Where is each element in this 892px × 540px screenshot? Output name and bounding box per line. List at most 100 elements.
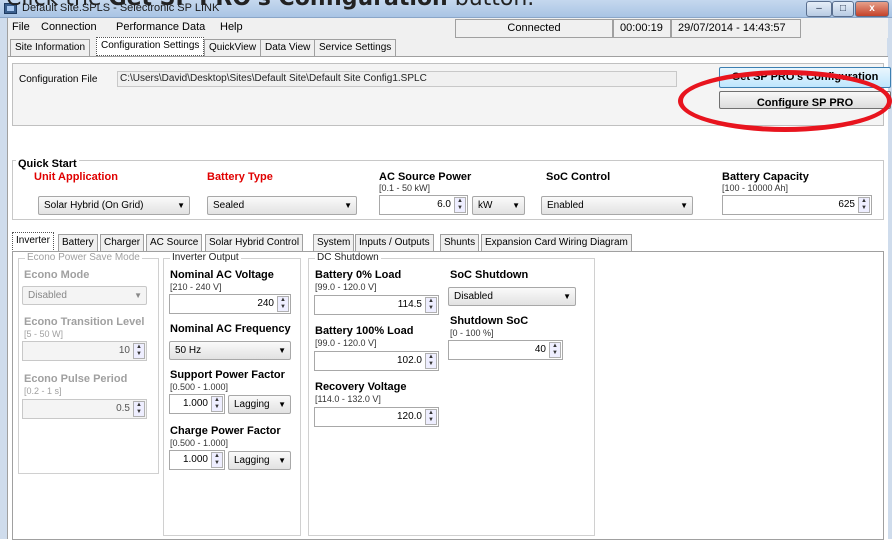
chevron-down-icon: ▼ (278, 456, 286, 465)
tab-shunts[interactable]: Shunts (440, 234, 480, 252)
battery-100-load-value: 102.0 (396, 355, 422, 366)
ac-source-power-unit-select[interactable]: kW ▼ (472, 196, 525, 215)
chevron-down-icon: ▼ (512, 201, 520, 210)
quick-start-panel: Quick Start Unit Application Solar Hybri… (12, 158, 884, 220)
charge-power-factor-spinner[interactable]: 1.000 ▲ ▼ (169, 450, 225, 470)
econo-mode-select: Disabled ▼ (22, 286, 147, 305)
recovery-voltage-value: 120.0 (396, 411, 422, 422)
date-time: 29/07/2014 - 14:43:57 (671, 19, 801, 38)
battery-type-value: Sealed (213, 200, 245, 211)
nominal-ac-frequency-label: Nominal AC Frequency (170, 323, 291, 335)
ac-source-power-spinner[interactable]: 6.0 ▲ ▼ (379, 195, 468, 215)
unit-application-label: Unit Application (34, 171, 118, 183)
support-power-factor-spinner[interactable]: 1.000 ▲ ▼ (169, 394, 225, 414)
soc-shutdown-select[interactable]: Disabled ▼ (448, 287, 576, 306)
tab-site-information[interactable]: Site Information (10, 39, 91, 56)
battery-capacity-label: Battery Capacity (722, 171, 809, 183)
nominal-ac-voltage-spinner[interactable]: 240 ▲ ▼ (169, 294, 291, 314)
chevron-down-icon: ▼ (563, 292, 571, 301)
battery-100-load-label: Battery 100% Load (315, 325, 414, 337)
spin-arrows-icon[interactable]: ▲ ▼ (211, 452, 223, 468)
econo-pulse-period-spinner: 0.5 ▲ ▼ (22, 399, 147, 419)
battery-0-load-range: [99.0 - 120.0 V] (315, 282, 377, 292)
charge-power-factor-mode: Lagging (234, 455, 270, 466)
instruction-caption: Click the Get SP PRO's Configuration but… (6, 0, 534, 11)
support-power-factor-mode-select[interactable]: Lagging ▼ (228, 395, 291, 414)
spin-arrows-icon[interactable]: ▲ ▼ (425, 297, 437, 313)
recovery-voltage-range: [114.0 - 132.0 V] (315, 394, 381, 404)
unit-application-select[interactable]: Solar Hybrid (On Grid) ▼ (38, 196, 190, 215)
support-power-factor-range: [0.500 - 1.000] (170, 382, 229, 392)
tab-inverter[interactable]: Inverter (12, 232, 54, 252)
battery-0-load-value: 114.5 (397, 299, 422, 310)
tab-solar-hybrid-control[interactable]: Solar Hybrid Control (205, 234, 304, 252)
shutdown-soc-spinner[interactable]: 40 ▲ ▼ (448, 340, 563, 360)
recovery-voltage-spinner[interactable]: 120.0 ▲ ▼ (314, 407, 439, 427)
tab-ac-source[interactable]: AC Source (146, 234, 203, 252)
menu-help[interactable]: Help (220, 21, 243, 33)
support-power-factor-label: Support Power Factor (170, 369, 285, 381)
tab-configuration-settings[interactable]: Configuration Settings (96, 37, 205, 56)
econo-pulse-period-value: 0.5 (116, 403, 130, 414)
connection-timer: 00:00:19 (613, 19, 671, 38)
nominal-ac-voltage-value: 240 (257, 298, 274, 309)
close-button[interactable]: x (855, 1, 889, 17)
spin-arrows-icon[interactable]: ▲ ▼ (454, 197, 466, 213)
tab-battery[interactable]: Battery (58, 234, 98, 252)
econo-group-title: Econo Power Save Mode (25, 252, 142, 263)
shutdown-soc-value: 40 (534, 344, 546, 355)
minimize-button[interactable]: – (806, 1, 832, 17)
tab-data-view[interactable]: Data View (260, 39, 316, 56)
spin-arrows-icon[interactable]: ▲ ▼ (425, 353, 437, 369)
soc-control-select[interactable]: Enabled ▼ (541, 196, 693, 215)
menu-performance-data[interactable]: Performance Data (116, 21, 205, 33)
support-power-factor-value: 1.000 (182, 398, 208, 409)
ac-source-power-range: [0.1 - 50 kW] (379, 183, 431, 193)
nominal-ac-frequency-select[interactable]: 50 Hz ▼ (169, 341, 291, 360)
tab-quickview[interactable]: QuickView (204, 39, 262, 56)
battery-100-load-spinner[interactable]: 102.0 ▲ ▼ (314, 351, 439, 371)
menu-file[interactable]: File (12, 21, 30, 33)
shutdown-soc-range: [0 - 100 %] (450, 328, 494, 338)
nominal-ac-voltage-range: [210 - 240 V] (170, 282, 222, 292)
maximize-button[interactable]: □ (832, 1, 854, 17)
chevron-down-icon: ▼ (680, 201, 688, 210)
battery-0-load-label: Battery 0% Load (315, 269, 402, 281)
spin-arrows-icon[interactable]: ▲ ▼ (858, 197, 870, 213)
charge-power-factor-range: [0.500 - 1.000] (170, 438, 229, 448)
tab-inputs-outputs[interactable]: Inputs / Outputs (355, 234, 434, 252)
spin-arrows-icon[interactable]: ▲ ▼ (425, 409, 437, 425)
spin-arrows-icon[interactable]: ▲ ▼ (277, 296, 289, 312)
caption-bold: Get SP PRO's Configuration (109, 0, 448, 11)
soc-control-label: SoC Control (546, 171, 611, 183)
ac-source-power-label: AC Source Power (379, 171, 472, 183)
config-file-label: Configuration File (19, 74, 98, 85)
battery-capacity-spinner[interactable]: 625 ▲ ▼ (722, 195, 872, 215)
menu-connection[interactable]: Connection (41, 21, 97, 33)
tab-system[interactable]: System (313, 234, 355, 252)
battery-100-load-range: [99.0 - 120.0 V] (315, 338, 377, 348)
battery-capacity-value: 625 (838, 199, 855, 210)
main-tab-bar: Site Information Configuration Settings … (8, 37, 888, 57)
highlight-ring (678, 70, 892, 132)
spin-arrows-icon: ▲ ▼ (133, 401, 145, 417)
quick-start-title: Quick Start (16, 158, 79, 170)
inverter-output-title: Inverter Output (170, 252, 241, 263)
battery-0-load-spinner[interactable]: 114.5 ▲ ▼ (314, 295, 439, 315)
tab-expansion-card-wiring-diagram[interactable]: Expansion Card Wiring Diagram (481, 234, 632, 252)
ac-source-power-value: 6.0 (437, 199, 451, 210)
econo-power-save-group: Econo Power Save Mode Econo Mode Disable… (18, 252, 159, 474)
recovery-voltage-label: Recovery Voltage (315, 381, 407, 393)
inverter-settings-page: Econo Power Save Mode Econo Mode Disable… (12, 251, 884, 540)
spin-arrows-icon[interactable]: ▲ ▼ (211, 396, 223, 412)
battery-type-select[interactable]: Sealed ▼ (207, 196, 357, 215)
dc-shutdown-group: DC Shutdown Battery 0% Load [99.0 - 120.… (308, 252, 595, 536)
spin-arrows-icon[interactable]: ▲ ▼ (549, 342, 561, 358)
tab-charger[interactable]: Charger (100, 234, 145, 252)
dc-shutdown-title: DC Shutdown (315, 252, 381, 263)
tab-service-settings[interactable]: Service Settings (314, 39, 397, 56)
nominal-ac-frequency-value: 50 Hz (175, 345, 202, 356)
charge-power-factor-mode-select[interactable]: Lagging ▼ (228, 451, 291, 470)
support-power-factor-mode: Lagging (234, 399, 270, 410)
charge-power-factor-value: 1.000 (182, 454, 208, 465)
